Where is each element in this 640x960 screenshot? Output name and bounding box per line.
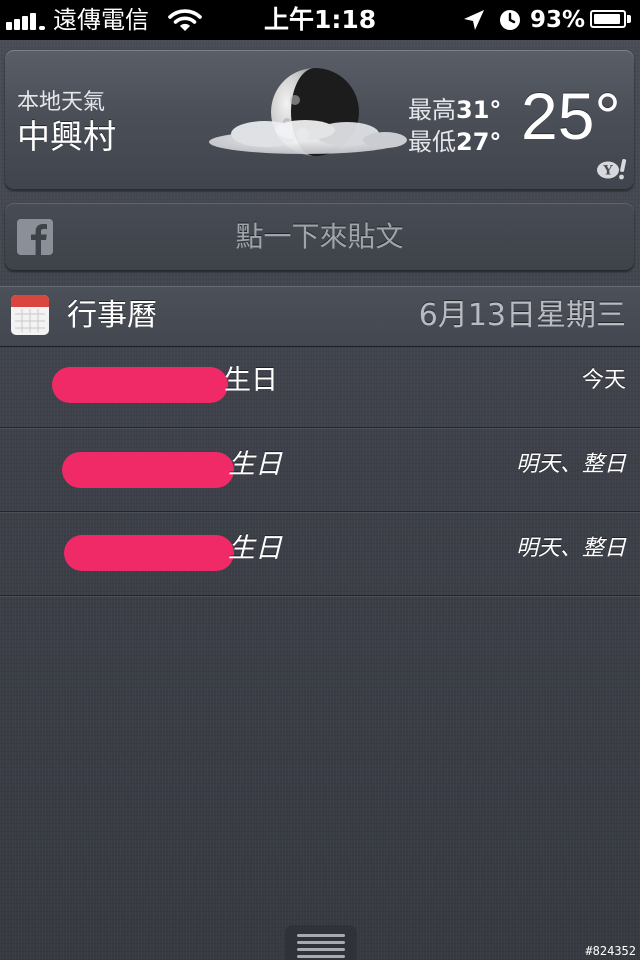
weather-label: 本地天氣: [17, 90, 106, 115]
redaction-mark: [62, 452, 234, 488]
redaction-mark: [64, 535, 234, 571]
calendar-event-time: 明天、整日: [515, 536, 626, 561]
high-temp-value: 31°: [456, 96, 502, 124]
location-arrow-icon: [464, 10, 484, 30]
calendar-event-title: 生日: [224, 365, 278, 396]
yahoo-icon[interactable]: Y: [596, 158, 628, 180]
calendar-header[interactable]: 行事曆 6月13日星期三: [0, 286, 640, 346]
high-temp-label: 最高: [408, 96, 456, 124]
signal-icon: [6, 10, 50, 30]
svg-text:Y: Y: [602, 164, 613, 179]
wifi-icon: [168, 9, 202, 31]
calendar-icon: [11, 295, 49, 335]
battery-percent: 93%: [530, 7, 586, 33]
high-temp: 最高31°: [408, 90, 518, 124]
calendar-event-row[interactable]: 生日 明天、整日: [0, 427, 640, 512]
calendar-event-title: 生日: [228, 533, 282, 564]
low-temp-value: 27°: [456, 128, 502, 156]
carrier-name: 遠傳電信: [53, 6, 149, 34]
weather-location: 中興村: [17, 117, 116, 156]
moon-cloud-icon: [209, 68, 407, 156]
calendar-event-time: 明天、整日: [515, 452, 626, 477]
facebook-post-button[interactable]: 點一下來貼文: [5, 203, 634, 271]
pull-up-handle-icon[interactable]: [279, 925, 363, 960]
status-bar: 遠傳電信 上午1:18 93%: [0, 0, 640, 40]
facebook-post-prompt: 點一下來貼文: [235, 220, 404, 253]
calendar-event-time: 今天: [581, 368, 626, 393]
low-temp: 最低27°: [408, 122, 518, 156]
battery-tip: [627, 15, 631, 23]
high-low-temps: 最高31° 最低27°: [408, 90, 518, 156]
battery-fill: [594, 14, 620, 24]
calendar-event-title: 生日: [228, 449, 282, 480]
calendar-date: 6月13日星期三: [418, 298, 626, 333]
redaction-mark: [52, 367, 228, 403]
current-temperature: 25°: [521, 79, 621, 153]
calendar-event-row[interactable]: 生日 今天: [0, 343, 640, 428]
battery-icon: [590, 10, 626, 28]
low-temp-label: 最低: [408, 128, 456, 156]
calendar-title: 行事曆: [67, 298, 157, 333]
calendar-event-row[interactable]: 生日 明天、整日: [0, 511, 640, 596]
image-watermark: #824352: [585, 944, 636, 958]
alarm-clock-icon: [500, 10, 520, 30]
weather-widget[interactable]: 本地天氣 中興村 最高31° 最低27° 25° Y: [5, 50, 634, 190]
status-time: 上午1:18: [264, 5, 377, 34]
